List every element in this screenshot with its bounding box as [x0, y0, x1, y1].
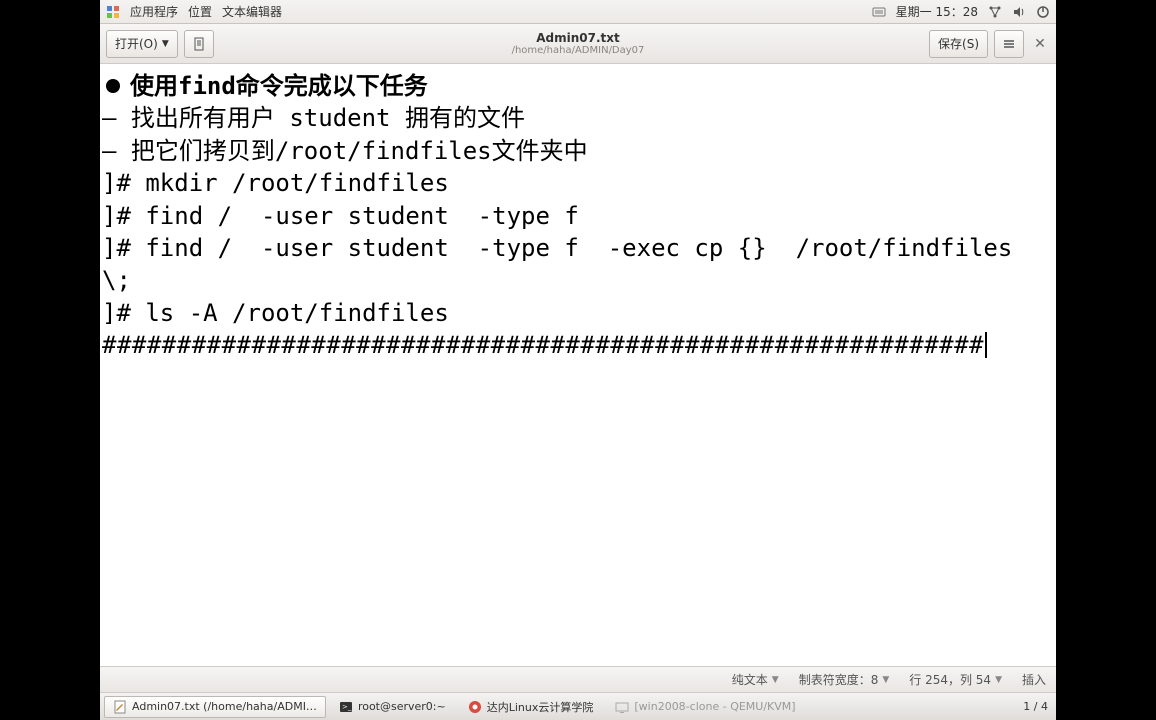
- app-menu[interactable]: 文本编辑器: [222, 3, 282, 20]
- bottom-taskbar: Admin07.txt (/home/haha/ADMI… >_ root@se…: [100, 692, 1056, 720]
- cursor-position[interactable]: 行 254，列 54 ▼: [909, 671, 1002, 688]
- chevron-down-icon: ▼: [772, 675, 779, 685]
- taskbar-item-vm[interactable]: [win2008-clone - QEMU/KVM]: [606, 696, 804, 718]
- taskbar-item-terminal[interactable]: >_ root@server0:~: [330, 696, 455, 718]
- insert-mode-label: 插入: [1022, 671, 1046, 688]
- text-cursor: [985, 332, 987, 358]
- taskbar-item-label: Admin07.txt (/home/haha/ADMI…: [132, 700, 317, 713]
- taskbar-item-editor[interactable]: Admin07.txt (/home/haha/ADMI…: [104, 696, 326, 718]
- pager-label: 1 / 4: [1023, 700, 1048, 713]
- open-button-label: 打开(O): [115, 35, 158, 52]
- taskbar-item-label: [win2008-clone - QEMU/KVM]: [634, 700, 795, 713]
- workspace-pager[interactable]: 1 / 4: [1023, 700, 1052, 713]
- editor-line: ]# mkdir /root/findfiles: [102, 167, 1054, 199]
- editor-line: ]# find / -user student -type f: [102, 200, 1054, 232]
- bullet-icon: [106, 79, 120, 93]
- chevron-down-icon: ▼: [162, 39, 169, 49]
- editor-line: ]# ls -A /root/findfiles: [102, 297, 1054, 329]
- hamburger-menu-button[interactable]: [994, 30, 1024, 58]
- tab-width-label: 制表符宽度：8: [799, 671, 879, 688]
- close-button[interactable]: ✕: [1030, 36, 1050, 52]
- power-icon[interactable]: [1036, 5, 1050, 19]
- clock[interactable]: 星期一 15：28: [896, 3, 978, 20]
- open-button[interactable]: 打开(O) ▼: [106, 30, 178, 58]
- document-icon: [192, 37, 206, 51]
- editor-titlebar: 打开(O) ▼ Admin07.txt /home/haha/ADMIN/Day…: [100, 24, 1056, 64]
- applications-menu[interactable]: 应用程序: [130, 3, 178, 20]
- text-editor-view[interactable]: 使用find命令完成以下任务– 找出所有用户 student 拥有的文件– 把它…: [100, 64, 1056, 666]
- volume-icon[interactable]: [1012, 5, 1026, 19]
- chevron-down-icon: ▼: [995, 675, 1002, 685]
- syntax-label: 纯文本: [732, 671, 768, 688]
- editor-statusbar: 纯文本 ▼ 制表符宽度：8 ▼ 行 254，列 54 ▼ 插入: [100, 666, 1056, 692]
- save-button[interactable]: 保存(S): [929, 30, 988, 58]
- chevron-down-icon: ▼: [882, 675, 889, 685]
- cursor-position-label: 行 254，列 54: [909, 671, 991, 688]
- terminal-icon: >_: [339, 700, 353, 714]
- hamburger-icon: [1002, 37, 1016, 51]
- top-panel: 应用程序 位置 文本编辑器 星期一 15：28: [100, 0, 1056, 24]
- editor-line: ]# find / -user student -type f -exec cp…: [102, 232, 1054, 297]
- syntax-selector[interactable]: 纯文本 ▼: [732, 671, 779, 688]
- save-button-label: 保存(S): [938, 35, 979, 52]
- svg-text:>_: >_: [342, 703, 352, 711]
- desktop-screen: 应用程序 位置 文本编辑器 星期一 15：28 打开(O) ▼: [100, 0, 1056, 720]
- keyboard-icon[interactable]: [872, 5, 886, 19]
- close-icon: ✕: [1034, 36, 1046, 52]
- document-path: /home/haha/ADMIN/Day07: [100, 45, 1056, 56]
- editor-line: 使用find命令完成以下任务: [130, 70, 428, 102]
- editor-line: ########################################…: [102, 329, 984, 361]
- vm-icon: [615, 700, 629, 714]
- editor-line: – 找出所有用户 student 拥有的文件: [102, 102, 1054, 134]
- browser-icon: [468, 700, 482, 714]
- taskbar-item-browser[interactable]: 达内Linux云计算学院: [459, 696, 603, 718]
- tab-width-selector[interactable]: 制表符宽度：8 ▼: [799, 671, 890, 688]
- taskbar-item-label: 达内Linux云计算学院: [487, 699, 594, 715]
- document-title: Admin07.txt: [100, 31, 1056, 45]
- activities-icon: [106, 5, 120, 19]
- gedit-icon: [113, 700, 127, 714]
- editor-line: – 把它们拷贝到/root/findfiles文件夹中: [102, 135, 1054, 167]
- taskbar-item-label: root@server0:~: [358, 700, 446, 713]
- new-document-button[interactable]: [184, 30, 214, 58]
- network-icon[interactable]: [988, 5, 1002, 19]
- places-menu[interactable]: 位置: [188, 3, 212, 20]
